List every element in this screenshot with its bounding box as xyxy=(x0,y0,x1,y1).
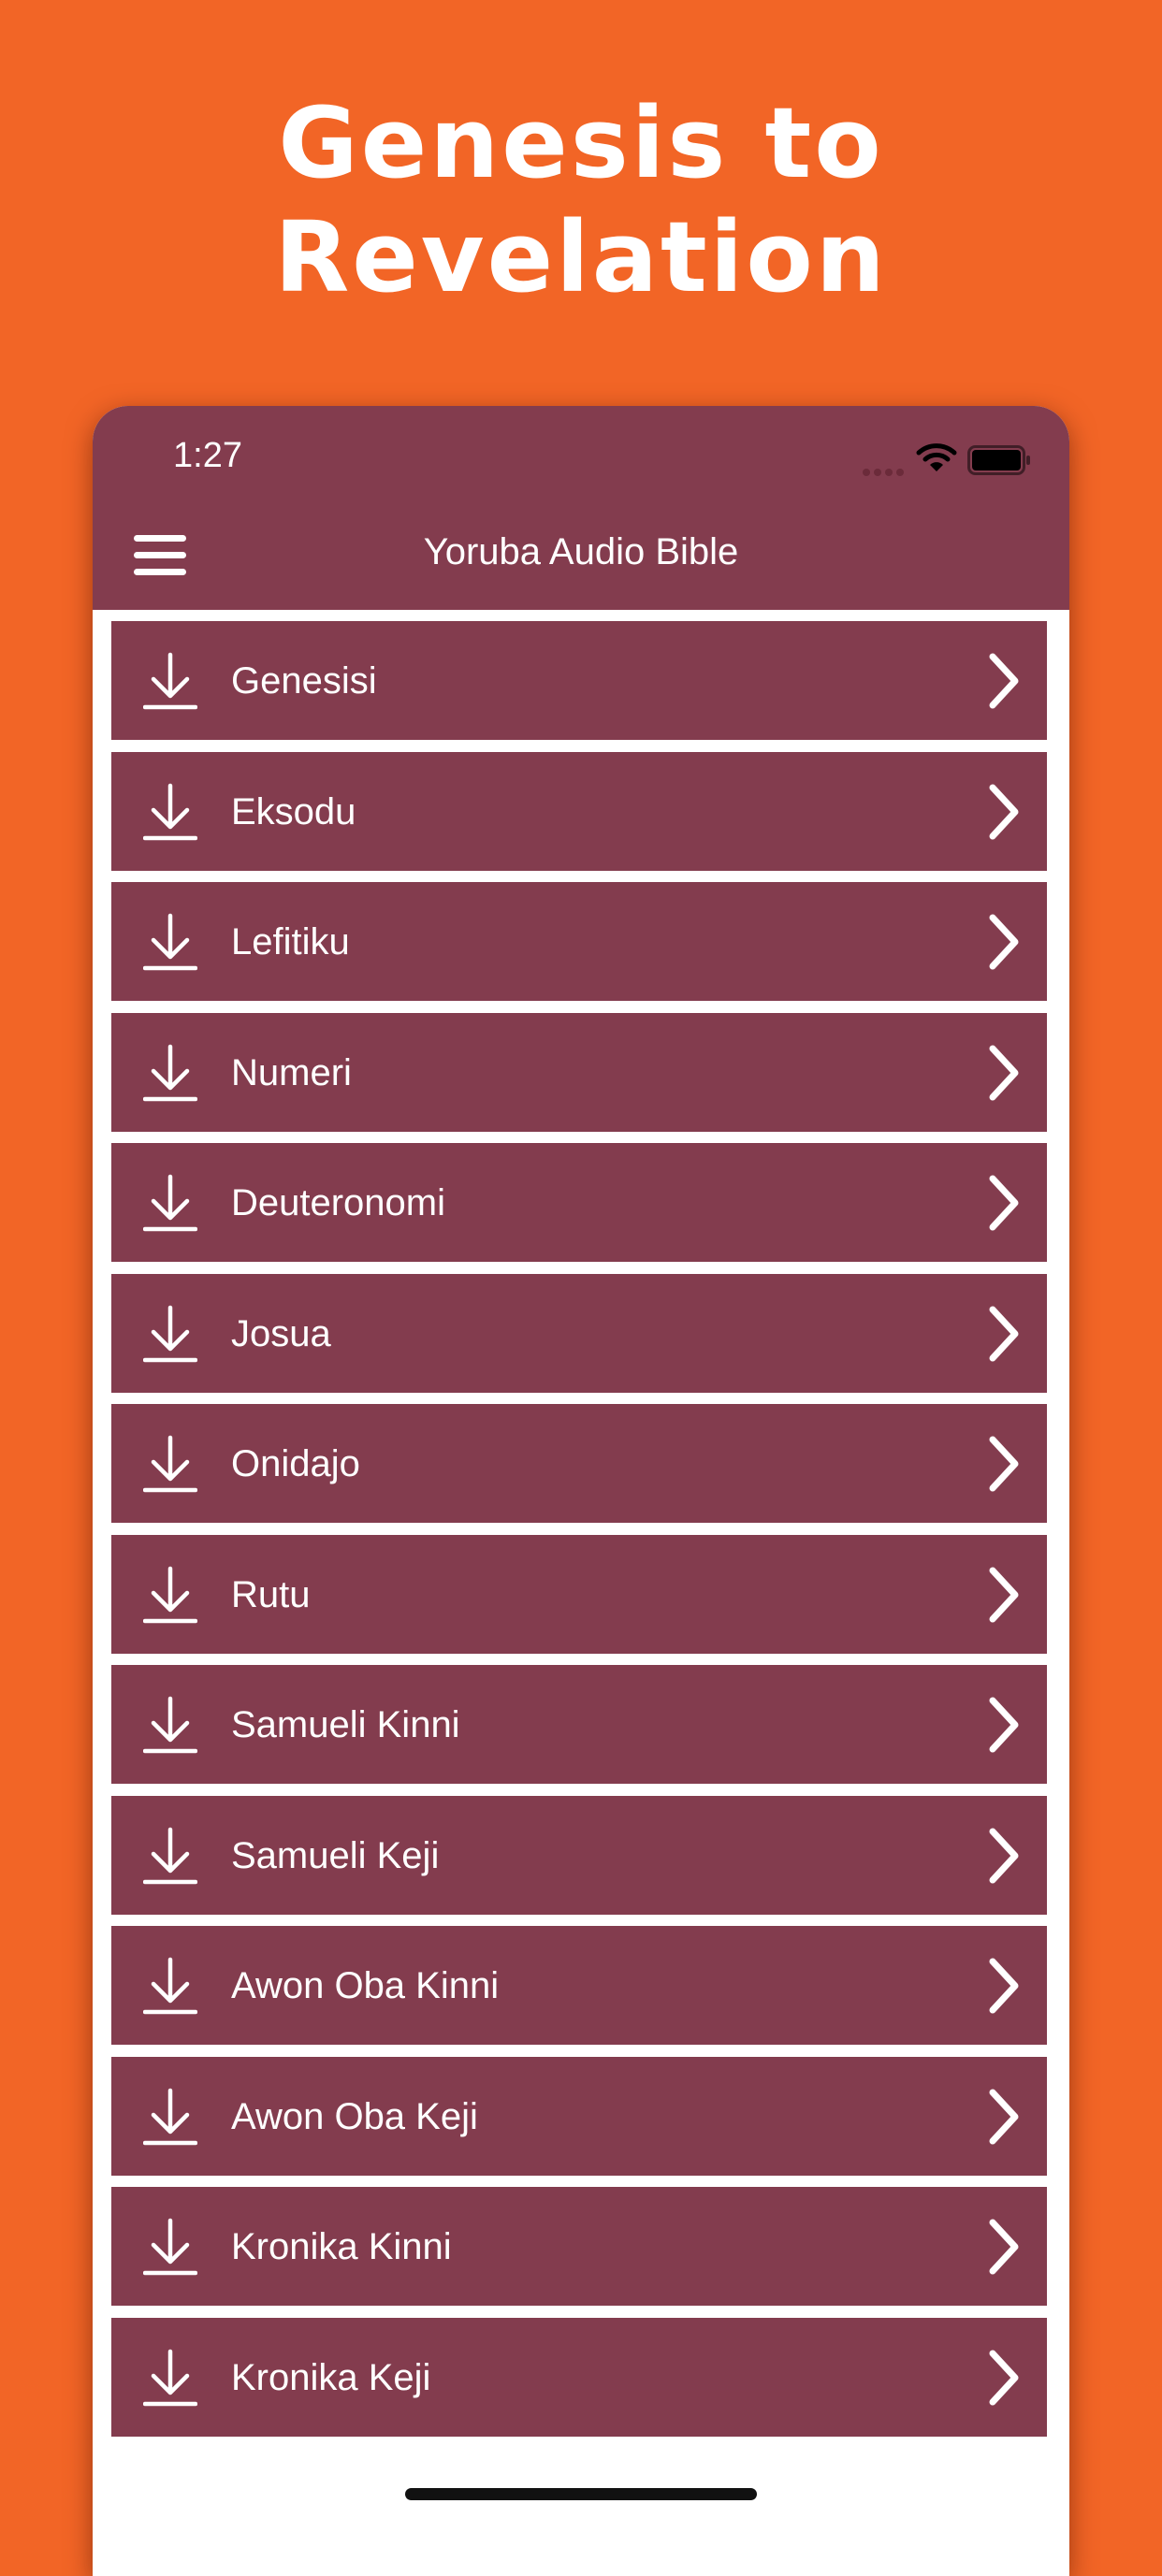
download-icon[interactable] xyxy=(143,782,197,842)
download-icon[interactable] xyxy=(143,912,197,972)
book-list-item-7[interactable]: Rutu xyxy=(111,1534,1047,1654)
download-icon[interactable] xyxy=(143,1434,197,1494)
book-name: Numeri xyxy=(231,1051,352,1093)
book-name: Genesisi xyxy=(231,660,377,702)
book-name: Samueli Keji xyxy=(231,1834,440,1876)
book-list-item-0[interactable]: Genesisi xyxy=(111,621,1047,740)
book-name: Deuteronomi xyxy=(231,1182,446,1223)
book-name: Eksodu xyxy=(231,790,356,832)
chevron-right-icon xyxy=(989,1958,1019,2014)
chevron-right-icon xyxy=(989,1828,1019,1883)
chevron-right-icon xyxy=(989,784,1019,839)
download-icon[interactable] xyxy=(143,1826,197,1886)
chevron-right-icon xyxy=(989,2350,1019,2405)
download-icon[interactable] xyxy=(143,1695,197,1755)
app-title: Yoruba Audio Bible xyxy=(423,531,739,572)
download-icon[interactable] xyxy=(143,2087,197,2147)
book-name: Kronika Keji xyxy=(231,2356,431,2398)
book-list-item-9[interactable]: Samueli Keji xyxy=(111,1795,1047,1915)
chevron-right-icon xyxy=(989,1175,1019,1231)
chevron-right-icon xyxy=(989,2089,1019,2144)
book-list: Genesisi Eksodu Lefitiku Numeri Deuteron… xyxy=(111,621,1047,2448)
book-name: Lefitiku xyxy=(231,921,350,962)
book-list-item-11[interactable]: Awon Oba Keji xyxy=(111,2056,1047,2176)
chevron-right-icon xyxy=(989,1697,1019,1753)
chevron-right-icon xyxy=(989,2219,1019,2275)
chevron-right-icon xyxy=(989,914,1019,970)
book-name: Onidajo xyxy=(231,1443,360,1484)
book-list-item-8[interactable]: Samueli Kinni xyxy=(111,1665,1047,1784)
chevron-right-icon xyxy=(989,1567,1019,1622)
book-name: Awon Oba Kinni xyxy=(231,1965,500,2006)
book-list-item-10[interactable]: Awon Oba Kinni xyxy=(111,1926,1047,2045)
download-icon[interactable] xyxy=(143,2217,197,2277)
home-indicator[interactable] xyxy=(405,2488,757,2500)
book-list-item-5[interactable]: Josua xyxy=(111,1273,1047,1393)
download-icon[interactable] xyxy=(143,1956,197,2016)
book-name: Rutu xyxy=(231,1573,311,1615)
download-icon[interactable] xyxy=(143,1565,197,1625)
book-name: Awon Oba Keji xyxy=(231,2095,478,2137)
chevron-right-icon xyxy=(989,1436,1019,1492)
book-list-item-13[interactable]: Kronika Keji xyxy=(111,2317,1047,2437)
download-icon[interactable] xyxy=(143,651,197,711)
book-name: Josua xyxy=(231,1312,331,1354)
chevron-right-icon xyxy=(989,1045,1019,1100)
book-list-item-1[interactable]: Eksodu xyxy=(111,751,1047,871)
download-icon[interactable] xyxy=(143,1173,197,1233)
download-icon[interactable] xyxy=(143,1043,197,1103)
book-list-item-3[interactable]: Numeri xyxy=(111,1012,1047,1132)
battery-icon xyxy=(967,445,1030,475)
book-list-item-6[interactable]: Onidajo xyxy=(111,1404,1047,1523)
chevron-right-icon xyxy=(989,653,1019,709)
chevron-right-icon xyxy=(989,1306,1019,1361)
book-name: Samueli Kinni xyxy=(231,1704,460,1745)
promo-title: Genesis to Revelation xyxy=(0,86,1162,314)
book-list-item-12[interactable]: Kronika Kinni xyxy=(111,2187,1047,2306)
cellular-signal-icon xyxy=(863,464,909,476)
book-list-item-2[interactable]: Lefitiku xyxy=(111,882,1047,1001)
book-name: Kronika Kinni xyxy=(231,2226,452,2267)
status-bar-time: 1:27 xyxy=(173,436,242,475)
download-icon[interactable] xyxy=(143,2348,197,2408)
book-list-item-4[interactable]: Deuteronomi xyxy=(111,1143,1047,1262)
promo-title-line-2: Revelation xyxy=(274,200,888,314)
download-icon[interactable] xyxy=(143,1304,197,1364)
wifi-icon xyxy=(916,443,957,471)
phone-screen: 1:27 Yoruba Audio Bible Genesisi Eksodu … xyxy=(93,406,1069,2576)
promo-title-line-1: Genesis to xyxy=(278,86,884,200)
app-header: 1:27 Yoruba Audio Bible xyxy=(93,406,1069,610)
